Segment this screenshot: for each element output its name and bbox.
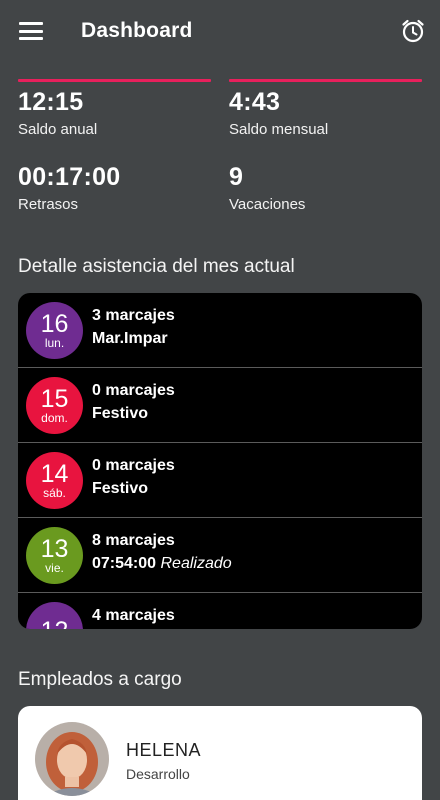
day-detail: 07:54:00 Realizado	[92, 555, 232, 573]
stat-saldo-anual: 12:15 Saldo anual	[18, 79, 211, 138]
day-detail: Festivo	[92, 405, 149, 422]
day-number: 14	[40, 460, 69, 488]
worked-time: 07:54:00	[92, 555, 157, 572]
day-badge: 13 vie.	[26, 527, 83, 584]
punch-count: 0 marcajes	[92, 457, 175, 474]
day-badge: 12	[26, 602, 83, 629]
employees-section-title: Empleados a cargo	[18, 669, 182, 690]
attendance-list[interactable]: 16 lun. 3 marcajes Mar.Impar 15 dom. 0 m…	[18, 293, 422, 629]
day-badge: 16 lun.	[26, 302, 83, 359]
app-bar: Dashboard	[0, 0, 440, 64]
stat-value: 00:17:00	[18, 163, 121, 191]
stat-label: Retrasos	[18, 196, 79, 213]
attendance-row[interactable]: 16 lun. 3 marcajes Mar.Impar	[18, 293, 422, 368]
punch-count: 0 marcajes	[92, 382, 175, 399]
stat-value: 9	[229, 163, 244, 191]
employee-name: HELENA	[126, 740, 202, 760]
attendance-row[interactable]: 13 vie. 8 marcajes 07:54:00 Realizado	[18, 518, 422, 593]
alarm-clock-icon[interactable]	[400, 18, 426, 44]
attendance-row[interactable]: 15 dom. 0 marcajes Festivo	[18, 368, 422, 443]
punch-count: 4 marcajes	[92, 607, 175, 624]
stat-value: 4:43	[229, 88, 281, 116]
day-number: 16	[40, 310, 69, 338]
stat-vacaciones: 9 Vacaciones	[229, 163, 422, 213]
day-badge: 14 sáb.	[26, 452, 83, 509]
weekday-label: lun.	[44, 336, 65, 350]
day-number: 12	[41, 618, 69, 630]
weekday-label: vie.	[45, 561, 64, 575]
day-number: 15	[40, 385, 69, 413]
punch-count: 3 marcajes	[92, 307, 175, 324]
stat-label: Vacaciones	[229, 196, 306, 213]
punch-count: 8 marcajes	[92, 532, 175, 549]
day-number: 13	[40, 535, 69, 563]
day-badge: 15 dom.	[26, 377, 83, 434]
stat-retrasos: 00:17:00 Retrasos	[18, 163, 211, 213]
hamburger-menu-icon[interactable]	[18, 20, 44, 42]
attendance-row[interactable]: 14 sáb. 0 marcajes Festivo	[18, 443, 422, 518]
day-detail: Festivo	[92, 480, 149, 497]
stat-label: Saldo anual	[18, 121, 98, 138]
status-label: Realizado	[160, 555, 232, 572]
attendance-section-title: Detalle asistencia del mes actual	[18, 256, 295, 277]
day-detail: Mar.Impar	[92, 330, 168, 347]
attendance-row[interactable]: 12 4 marcajes	[18, 593, 422, 629]
stat-value: 12:15	[18, 88, 84, 116]
weekday-label: sáb.	[43, 486, 66, 500]
employee-card[interactable]: HELENA Desarrollo	[18, 706, 422, 800]
avatar	[35, 722, 109, 796]
employee-department: Desarrollo	[126, 766, 190, 782]
accent-bar	[18, 79, 211, 82]
accent-bar	[229, 79, 422, 82]
stat-label: Saldo mensual	[229, 121, 329, 138]
stat-saldo-mensual: 4:43 Saldo mensual	[229, 79, 422, 138]
page-title: Dashboard	[81, 19, 193, 42]
weekday-label: dom.	[41, 411, 68, 425]
